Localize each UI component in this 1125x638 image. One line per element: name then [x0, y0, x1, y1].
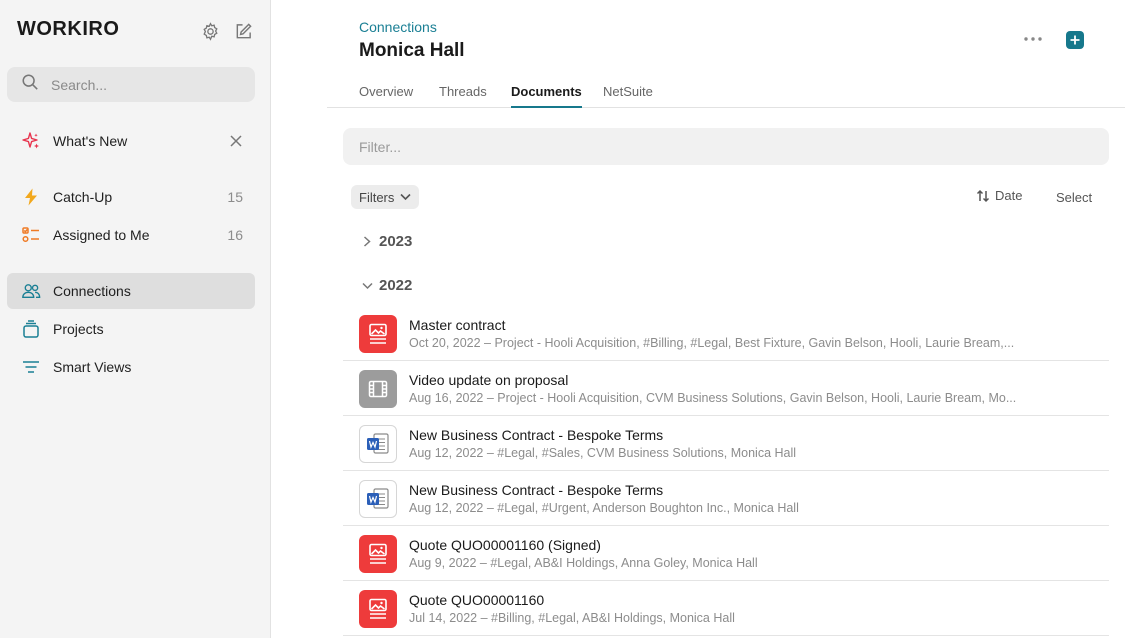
- filter-box[interactable]: [343, 128, 1109, 165]
- sidebar-item-smart-views[interactable]: Smart Views: [7, 349, 255, 385]
- sidebar-item-assigned-to-me[interactable]: Assigned to Me 16: [7, 217, 255, 253]
- search-icon: [21, 73, 39, 96]
- page-title: Monica Hall: [359, 40, 465, 61]
- sidebar-item-catch-up[interactable]: Catch-Up 15: [7, 179, 255, 215]
- sidebar-item-label: Catch-Up: [53, 189, 113, 205]
- document-meta: Aug 16, 2022 – Project - Hooli Acquisiti…: [409, 391, 1017, 405]
- document-row[interactable]: Quote QUO00001160 (Signed) Aug 9, 2022 –…: [343, 526, 1109, 581]
- image-doc-icon: [359, 315, 397, 353]
- chevron-down-icon: [361, 280, 373, 292]
- document-row[interactable]: New Business Contract - Bespoke Terms Au…: [343, 416, 1109, 471]
- sidebar-item-label: Connections: [53, 283, 131, 299]
- chevron-down-icon: [400, 193, 411, 201]
- add-button[interactable]: [1066, 31, 1084, 49]
- sidebar-item-label: What's New: [53, 133, 128, 149]
- tab-documents[interactable]: Documents: [511, 84, 582, 108]
- year-group-2023[interactable]: 2023: [361, 233, 412, 250]
- tab-bar: Overview Threads Documents NetSuite: [327, 77, 1125, 108]
- compose-icon[interactable]: [233, 21, 253, 41]
- filters-label: Filters: [359, 189, 395, 205]
- people-icon: [21, 281, 41, 301]
- checklist-icon: [21, 225, 41, 245]
- document-title: New Business Contract - Bespoke Terms: [409, 427, 664, 443]
- document-row[interactable]: Master contract Oct 20, 2022 – Project -…: [343, 306, 1109, 361]
- main-panel: Connections Monica Hall Overview Threads…: [271, 0, 1125, 638]
- sidebar: WORKIRO Search... What's New Catch-Up 15…: [0, 0, 271, 638]
- document-meta: Oct 20, 2022 – Project - Hooli Acquisiti…: [409, 336, 1015, 350]
- sidebar-item-label: Projects: [53, 321, 104, 337]
- tab-threads[interactable]: Threads: [439, 84, 487, 108]
- sidebar-item-whats-new[interactable]: What's New: [7, 123, 255, 159]
- filters-dropdown-button[interactable]: Filters: [351, 185, 420, 209]
- document-title: Master contract: [409, 317, 506, 333]
- lightning-icon: [21, 187, 41, 207]
- document-meta: Aug 12, 2022 – #Legal, #Urgent, Anderson…: [409, 501, 799, 515]
- document-title: Quote QUO00001160 (Signed): [409, 537, 601, 553]
- document-title: Quote QUO00001160: [409, 592, 545, 608]
- document-row[interactable]: Video update on proposal Aug 16, 2022 – …: [343, 361, 1109, 416]
- document-title: New Business Contract - Bespoke Terms: [409, 482, 664, 498]
- breadcrumb[interactable]: Connections: [359, 19, 437, 35]
- sort-date-button[interactable]: Date: [976, 188, 1022, 203]
- document-meta: Jul 14, 2022 – #Billing, #Legal, AB&I Ho…: [409, 611, 735, 625]
- document-list: Master contract Oct 20, 2022 – Project -…: [343, 306, 1109, 636]
- sidebar-item-label: Assigned to Me: [53, 227, 150, 243]
- image-doc-icon: [359, 590, 397, 628]
- sidebar-item-projects[interactable]: Projects: [7, 311, 255, 347]
- word-doc-icon: [359, 425, 397, 463]
- tab-netsuite[interactable]: NetSuite: [603, 84, 653, 108]
- select-button[interactable]: Select: [1056, 190, 1092, 205]
- count-badge: 15: [227, 189, 243, 205]
- image-doc-icon: [359, 535, 397, 573]
- document-row[interactable]: New Business Contract - Bespoke Terms Au…: [343, 471, 1109, 526]
- settings-gear-icon[interactable]: [200, 21, 220, 41]
- more-options-icon[interactable]: [1022, 30, 1044, 48]
- filter-lines-icon: [21, 357, 41, 377]
- sort-arrows-icon: [976, 189, 990, 203]
- sidebar-item-label: Smart Views: [53, 359, 132, 375]
- sidebar-item-connections[interactable]: Connections: [7, 273, 255, 309]
- video-icon: [359, 370, 397, 408]
- sparkle-icon: [21, 131, 41, 151]
- word-doc-icon: [359, 480, 397, 518]
- app-window: WORKIRO Search... What's New Catch-Up 15…: [0, 0, 1125, 638]
- year-label: 2023: [379, 233, 413, 250]
- stack-icon: [21, 319, 41, 339]
- app-logo: WORKIRO: [17, 18, 120, 40]
- sort-label: Date: [995, 188, 1023, 203]
- year-label: 2022: [379, 277, 413, 294]
- close-icon[interactable]: [229, 134, 243, 148]
- search-box[interactable]: [7, 67, 255, 102]
- document-meta: Aug 9, 2022 – #Legal, AB&I Holdings, Ann…: [409, 556, 758, 570]
- tab-overview[interactable]: Overview: [359, 84, 413, 108]
- filter-input[interactable]: [359, 138, 1059, 155]
- search-input[interactable]: [51, 76, 241, 93]
- document-meta: Aug 12, 2022 – #Legal, #Sales, CVM Busin…: [409, 446, 797, 460]
- count-badge: 16: [227, 227, 243, 243]
- document-title: Video update on proposal: [409, 372, 569, 388]
- chevron-right-icon: [361, 236, 373, 248]
- year-group-2022[interactable]: 2022: [361, 277, 412, 294]
- document-row[interactable]: Quote QUO00001160 Jul 14, 2022 – #Billin…: [343, 581, 1109, 636]
